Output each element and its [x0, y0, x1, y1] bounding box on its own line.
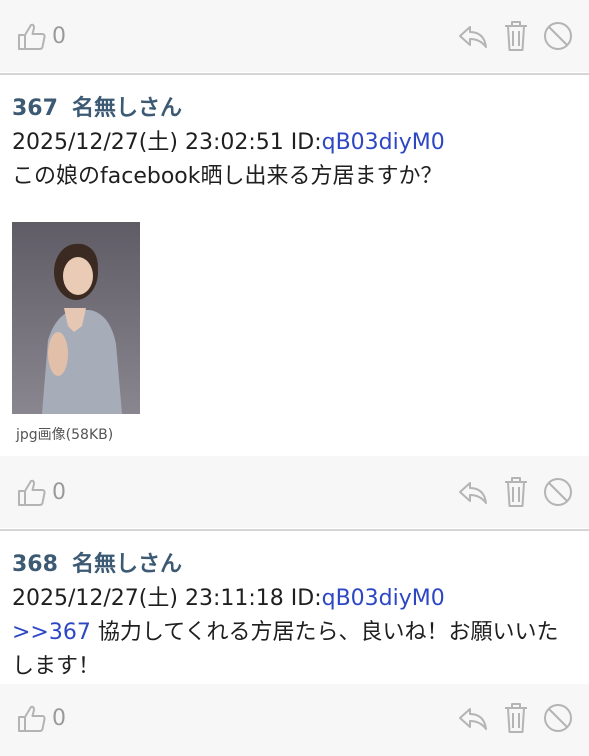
divider: [0, 529, 589, 531]
post-body: >>367 協力してくれる方居たら、良いね！お願いいたします！: [12, 616, 572, 684]
reply-button[interactable]: [457, 21, 489, 51]
delete-button[interactable]: [503, 20, 529, 52]
prohibited-icon: [544, 478, 572, 506]
post-meta: 2025/12/27(土) 23:11:18 ID:qB03diyM0: [12, 580, 445, 612]
post-id-label: ID:: [290, 586, 322, 611]
like-count: 0: [52, 480, 66, 505]
reply-icon: [459, 708, 487, 730]
delete-button[interactable]: [503, 702, 529, 734]
action-bar-top: 0: [0, 0, 589, 72]
post-actions: [457, 476, 573, 508]
post-id-label: ID:: [290, 130, 322, 155]
thumbs-up-icon: [18, 23, 46, 50]
trash-icon: [505, 703, 527, 733]
post-date: 2025/12/27(土) 23:02:51: [12, 130, 284, 155]
post-actions: [457, 20, 573, 52]
like-count: 0: [52, 24, 66, 49]
action-bar: 0: [0, 684, 589, 756]
like-button[interactable]: 0: [16, 478, 66, 508]
like-button[interactable]: 0: [16, 22, 66, 52]
prohibited-icon: [544, 704, 572, 732]
action-bar: 0: [0, 456, 589, 528]
post-header: 367 名無しさん: [12, 90, 182, 122]
block-button[interactable]: [543, 477, 573, 507]
trash-icon: [505, 477, 527, 507]
post-number[interactable]: 368: [12, 552, 58, 577]
thumbs-up-icon: [18, 479, 46, 506]
prohibited-icon: [544, 22, 572, 50]
like-count: 0: [52, 706, 66, 731]
poster-name: 名無しさん: [71, 552, 182, 577]
post-meta: 2025/12/27(土) 23:02:51 ID:qB03diyM0: [12, 124, 445, 156]
post-body: この娘のfacebook晒し出来る方居ますか？: [12, 164, 443, 189]
reply-button[interactable]: [457, 703, 489, 733]
reply-anchor-link[interactable]: >>367: [12, 620, 91, 645]
reply-icon: [459, 26, 487, 48]
attached-image[interactable]: [12, 222, 140, 414]
reply-icon: [459, 482, 487, 504]
poster-name: 名無しさん: [71, 96, 182, 121]
divider: [0, 73, 589, 75]
block-button[interactable]: [543, 703, 573, 733]
post-actions: [457, 702, 573, 734]
attachment-caption[interactable]: jpg画像(58KB): [16, 424, 113, 444]
trash-icon: [505, 21, 527, 51]
post-number[interactable]: 367: [12, 96, 58, 121]
like-button[interactable]: 0: [16, 704, 66, 734]
delete-button[interactable]: [503, 476, 529, 508]
post-body-text: 協力してくれる方居たら、良いね！お願いいたします！: [12, 620, 559, 679]
post-header: 368 名無しさん: [12, 546, 182, 578]
thumbs-up-icon: [18, 705, 46, 732]
post-date: 2025/12/27(土) 23:11:18: [12, 586, 284, 611]
reply-button[interactable]: [457, 477, 489, 507]
post-id-link[interactable]: qB03diyM0: [322, 130, 445, 155]
post-id-link[interactable]: qB03diyM0: [322, 586, 445, 611]
block-button[interactable]: [543, 21, 573, 51]
